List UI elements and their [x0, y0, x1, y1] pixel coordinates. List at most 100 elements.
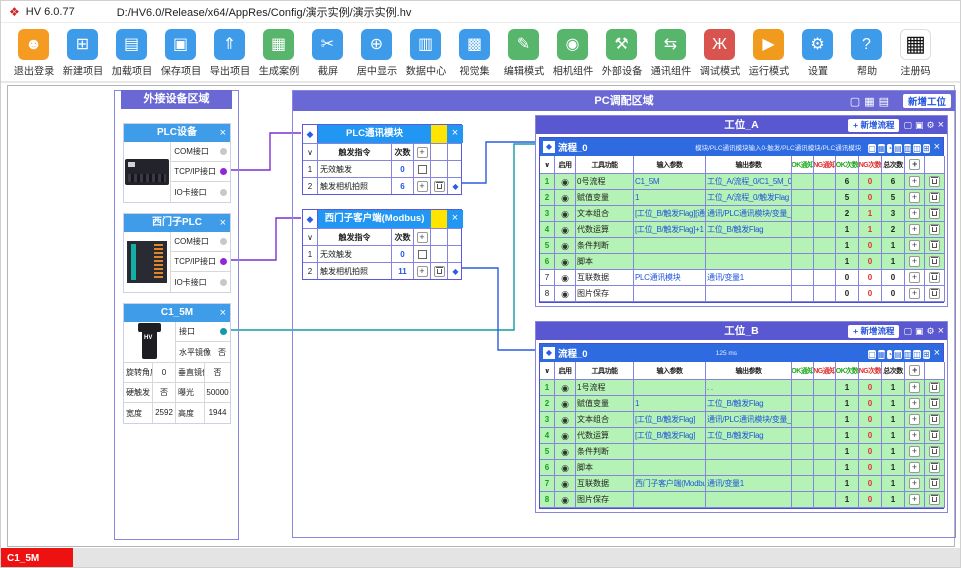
camera-port-row[interactable]: 接口 [176, 322, 230, 342]
add-row-button[interactable]: + [909, 272, 920, 283]
delete-row-button[interactable] [929, 478, 940, 489]
import-flow-icon[interactable]: ▥ [904, 144, 912, 153]
delete-row-button[interactable] [929, 430, 940, 441]
command-cell[interactable]: 触发相机拍照 [318, 178, 392, 194]
delete-row-button[interactable] [929, 288, 940, 299]
input-param-cell[interactable] [634, 254, 706, 270]
history-icon[interactable]: ◔ [887, 144, 892, 153]
input-param-cell[interactable]: 1 [634, 396, 706, 412]
export-flow-icon[interactable]: ▤ [894, 144, 902, 153]
output-param-cell[interactable]: 工位_A/流程_0/触发Flag [706, 190, 792, 206]
toolbar-item-help[interactable]: ?帮助 [842, 29, 891, 79]
output-param-cell[interactable]: 通讯/变量1 [706, 270, 792, 286]
flow-name[interactable]: 流程_0 [558, 346, 588, 360]
delete-row-button[interactable] [434, 266, 445, 277]
station-settings-icon[interactable]: ⚙ [926, 326, 934, 337]
output-param-cell[interactable]: 通讯/PLC通讯模块/变量_1 [706, 412, 792, 428]
select-all-check[interactable]: ∨ [303, 229, 318, 245]
enable-eye-icon[interactable]: ◉ [561, 289, 569, 299]
output-param-cell[interactable]: 通讯/PLC通讯模块/变量_0 [706, 206, 792, 222]
command-cell[interactable]: 无效触发 [318, 246, 392, 262]
import-flow-icon[interactable]: ▥ [904, 350, 912, 359]
add-row-button[interactable]: + [909, 192, 920, 203]
fit-view-icon[interactable]: ▢ [850, 95, 860, 108]
add-command-button[interactable]: + [417, 232, 428, 243]
tool-name-cell[interactable]: 1号流程 [576, 380, 634, 396]
select-all-check[interactable]: ∨ [303, 144, 318, 160]
enable-eye-icon[interactable]: ◉ [561, 209, 569, 219]
port-dot[interactable] [220, 189, 227, 196]
save-station-icon[interactable]: ▣ [915, 120, 924, 131]
camera-port-dot[interactable] [220, 328, 227, 335]
delete-row-button[interactable] [929, 272, 940, 283]
enable-eye-icon[interactable]: ◉ [561, 177, 569, 187]
tool-name-cell[interactable]: 文本组合 [576, 412, 634, 428]
station-settings-icon[interactable]: ⚙ [926, 120, 934, 131]
toolbar-item-screenshot[interactable]: ✂截屏 [303, 29, 352, 79]
input-param-cell[interactable] [634, 238, 706, 254]
delete-row-button[interactable] [929, 192, 940, 203]
output-param-cell[interactable] [706, 254, 792, 270]
input-param-cell[interactable]: PLC通讯模块 [634, 270, 706, 286]
delete-row-button[interactable] [929, 382, 940, 393]
enable-eye-icon[interactable]: ◉ [561, 193, 569, 203]
fullscreen-icon[interactable]: ▢ [903, 120, 912, 131]
status-badge[interactable]: C1_5M [1, 548, 73, 568]
tool-name-cell[interactable]: 互联数据 [576, 270, 634, 286]
add-row-button[interactable]: + [909, 398, 920, 409]
input-param-cell[interactable]: [工位_B/触发Flag] [634, 428, 706, 444]
paste-flow-icon[interactable]: ⊞ [923, 144, 930, 153]
delete-row-button[interactable] [929, 414, 940, 425]
toolbar-item-save-project[interactable]: ▣保存项目 [156, 29, 205, 79]
link-diamond[interactable]: ◆ [448, 178, 463, 194]
paste-flow-icon[interactable]: ⊞ [923, 350, 930, 359]
add-row-button[interactable]: + [909, 256, 920, 267]
device-port[interactable]: IO卡接口 [171, 272, 230, 292]
enable-eye-icon[interactable]: ◉ [561, 431, 569, 441]
input-param-cell[interactable]: C1_5M [634, 174, 706, 190]
enable-eye-icon[interactable]: ◉ [561, 399, 569, 409]
toolbar-item-new-project[interactable]: ⊞新建项目 [58, 29, 107, 79]
output-param-cell[interactable]: 通讯/变量1 [706, 476, 792, 492]
add-tool-button[interactable]: + [909, 159, 920, 170]
output-param-cell[interactable] [706, 286, 792, 302]
device-port[interactable]: IO卡接口 [171, 182, 230, 202]
add-row-button[interactable]: + [909, 430, 920, 441]
delete-row-button[interactable] [929, 494, 940, 505]
enable-eye-icon[interactable]: ◉ [561, 273, 569, 283]
port-dot[interactable] [220, 238, 227, 245]
enable-eye-icon[interactable]: ◉ [561, 415, 569, 425]
close-flow-icon[interactable]: × [934, 347, 940, 359]
input-param-cell[interactable]: 1 [634, 190, 706, 206]
close-icon[interactable]: × [220, 214, 226, 232]
tool-name-cell[interactable]: 脚本 [576, 254, 634, 270]
enable-eye-icon[interactable]: ◉ [561, 447, 569, 457]
fit-flow-icon[interactable]: ▢ [868, 350, 876, 359]
delete-row-button[interactable] [929, 446, 940, 457]
grid-flow-icon[interactable]: ▦ [878, 350, 886, 359]
delete-row-button[interactable] [929, 224, 940, 235]
output-param-cell[interactable]: . . [706, 380, 792, 396]
delete-row-button[interactable] [929, 256, 940, 267]
new-flow-button[interactable]: + 新增流程 [848, 325, 899, 338]
add-row-button[interactable]: + [909, 288, 920, 299]
output-param-cell[interactable]: 工位_B/触发Flag [706, 396, 792, 412]
flow-name[interactable]: 流程_0 [558, 140, 588, 154]
toolbar-item-camera-component[interactable]: ◉相机组件 [548, 29, 597, 79]
input-param-cell[interactable] [634, 380, 706, 396]
tool-name-cell[interactable]: 0号流程 [576, 174, 634, 190]
output-param-cell[interactable] [706, 460, 792, 476]
device-port[interactable]: COM接口 [171, 142, 230, 162]
toolbar-item-settings[interactable]: ⚙设置 [793, 29, 842, 79]
add-row-button[interactable]: + [909, 224, 920, 235]
history-icon[interactable]: ◔ [887, 350, 892, 359]
enable-eye-icon[interactable]: ◉ [561, 495, 569, 505]
input-param-cell[interactable] [634, 460, 706, 476]
close-icon[interactable]: × [447, 210, 463, 228]
add-row-button[interactable]: + [909, 478, 920, 489]
output-param-cell[interactable]: 工位_B/触发Flag [706, 428, 792, 444]
tile-view-icon[interactable]: ▦ [864, 95, 874, 108]
enable-eye-icon[interactable]: ◉ [561, 225, 569, 235]
toolbar-item-edit-mode[interactable]: ✎编辑模式 [499, 29, 548, 79]
status-color-cell[interactable] [431, 125, 447, 143]
